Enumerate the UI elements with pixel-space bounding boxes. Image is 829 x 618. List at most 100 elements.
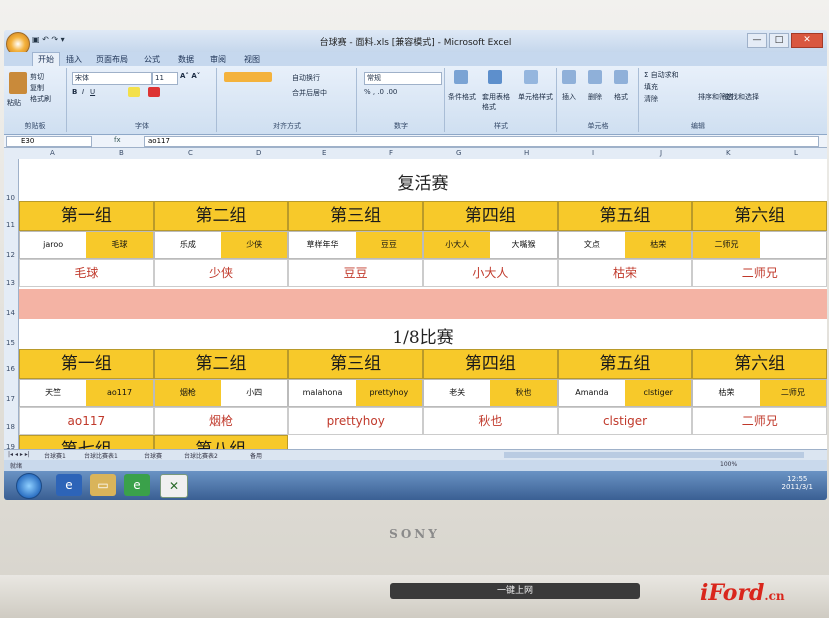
fill-button[interactable]: 填充 [644, 82, 658, 92]
row-number[interactable]: 18 [6, 423, 15, 431]
delete-button[interactable]: 删除 [588, 92, 602, 102]
fill-color-icon[interactable] [128, 87, 140, 97]
start-button[interactable] [16, 473, 42, 499]
paste-icon[interactable] [9, 72, 27, 94]
winner-cell[interactable]: 毛球 [19, 259, 154, 287]
italic-icon[interactable]: I [82, 88, 84, 96]
group-cell[interactable]: 第六组 [692, 201, 827, 231]
row-number[interactable]: 11 [6, 221, 15, 229]
browser-icon[interactable]: e [124, 474, 150, 496]
row-number[interactable]: 15 [6, 339, 15, 347]
tab-insert[interactable]: 插入 [66, 54, 82, 65]
fx-icon[interactable]: fx [114, 136, 121, 144]
group-cell[interactable]: 第三组 [288, 349, 424, 379]
player-cell[interactable]: 烟枪 [154, 380, 222, 406]
separator-row[interactable] [19, 289, 827, 319]
sheet-tab[interactable]: 台球赛1 [44, 451, 66, 460]
insert-cells-icon[interactable] [562, 70, 576, 84]
player-cell[interactable]: 二师兄 [693, 232, 760, 258]
delete-cells-icon[interactable] [588, 70, 602, 84]
row-number[interactable]: 13 [6, 279, 15, 287]
player-cell[interactable]: 二师兄 [759, 380, 827, 406]
player-cell[interactable] [759, 232, 827, 258]
group-cell[interactable]: 第二组 [153, 201, 289, 231]
row-number[interactable]: 10 [6, 194, 15, 202]
winner-cell[interactable]: 二师兄 [692, 407, 827, 435]
player-cell[interactable]: malahona [289, 380, 356, 406]
one-key-internet-button[interactable]: 一键上网 [390, 583, 640, 599]
column-d[interactable]: D [256, 149, 261, 157]
font-color-icon[interactable] [148, 87, 160, 97]
row-number[interactable]: 17 [6, 395, 15, 403]
winner-cell[interactable]: 秋也 [423, 407, 558, 435]
percent-icon[interactable]: % , .0 .00 [364, 88, 397, 96]
excel-icon[interactable]: ✕ [160, 474, 188, 498]
row-number[interactable]: 14 [6, 309, 15, 317]
player-cell[interactable]: 草样年华 [289, 232, 356, 258]
group-cell[interactable]: 第五组 [557, 201, 693, 231]
worksheet[interactable]: 复活赛 第一组 第二组 第三组 第四组 第五组 第六组 jaroo 毛球 乐成 少侠… [19, 159, 827, 465]
font-name-select[interactable]: 宋体 [72, 72, 152, 85]
sheet-nav-icon[interactable]: |◂ ◂ ▸ ▸| [8, 451, 30, 458]
maximize-button[interactable]: □ [769, 33, 789, 48]
column-g[interactable]: G [456, 149, 461, 157]
row-number[interactable]: 12 [6, 251, 15, 259]
zoom-level[interactable]: 100% [720, 461, 737, 468]
horizontal-scrollbar[interactable] [504, 452, 804, 458]
player-cell[interactable]: jaroo [20, 232, 87, 258]
tab-formulas[interactable]: 公式 [144, 54, 160, 65]
winner-cell[interactable]: 小大人 [423, 259, 558, 287]
column-f[interactable]: F [389, 149, 393, 157]
section-title-round-of-16[interactable]: 1/8比赛 [19, 323, 827, 348]
winner-cell[interactable]: 二师兄 [692, 259, 827, 287]
conditional-format-button[interactable]: 条件格式 [448, 92, 476, 102]
player-cell[interactable]: 老关 [424, 380, 491, 406]
winner-cell[interactable]: 豆豆 [288, 259, 424, 287]
table-format-button[interactable]: 套用表格格式 [482, 92, 512, 112]
paste-button[interactable]: 粘贴 [7, 98, 21, 108]
winner-cell[interactable]: prettyhoy [288, 407, 424, 435]
format-button[interactable]: 格式 [614, 92, 628, 102]
group-cell[interactable]: 第一组 [19, 201, 154, 231]
tab-view[interactable]: 视图 [244, 54, 260, 65]
folder-icon[interactable]: ▭ [90, 474, 116, 496]
ie-icon[interactable]: e [56, 474, 82, 496]
player-cell[interactable]: 豆豆 [355, 232, 423, 258]
section-title-repechage[interactable]: 复活赛 [19, 169, 827, 194]
column-b[interactable]: B [119, 149, 124, 157]
player-cell[interactable]: 乐成 [154, 232, 222, 258]
player-cell[interactable]: ao117 [86, 380, 153, 406]
column-c[interactable]: C [188, 149, 193, 157]
column-j[interactable]: J [660, 149, 662, 157]
tab-review[interactable]: 审阅 [210, 54, 226, 65]
column-e[interactable]: E [322, 149, 326, 157]
player-cell[interactable]: Amanda [558, 380, 626, 406]
column-k[interactable]: K [726, 149, 731, 157]
group-cell[interactable]: 第四组 [423, 349, 558, 379]
player-cell[interactable]: 枯荣 [693, 380, 760, 406]
conditional-format-icon[interactable] [454, 70, 468, 84]
find-select-button[interactable]: 查找和选择 [724, 92, 759, 102]
column-h[interactable]: H [524, 149, 529, 157]
wrap-text-button[interactable]: 自动换行 [292, 73, 320, 83]
format-cells-icon[interactable] [614, 70, 628, 84]
player-cell[interactable]: 小四 [221, 380, 288, 406]
player-cell[interactable]: clstiger [625, 380, 692, 406]
insert-button[interactable]: 插入 [562, 92, 576, 102]
table-format-icon[interactable] [488, 70, 502, 84]
sheet-tab[interactable]: 台球赛 [144, 451, 162, 460]
formula-input[interactable]: ao117 [144, 136, 819, 147]
sheet-tab[interactable]: 备用 [250, 451, 262, 460]
bold-icon[interactable]: B [72, 88, 77, 96]
column-i[interactable]: I [592, 149, 594, 157]
clock[interactable]: 12:55 2011/3/1 [782, 475, 813, 491]
cell-style-button[interactable]: 单元格样式 [518, 92, 553, 102]
group-cell[interactable]: 第五组 [557, 349, 693, 379]
sheet-tab[interactable]: 台球比赛表2 [184, 451, 218, 460]
winner-cell[interactable]: 少侠 [153, 259, 289, 287]
player-cell[interactable]: 枯荣 [625, 232, 692, 258]
winner-cell[interactable]: ao117 [19, 407, 154, 435]
minimize-button[interactable]: — [747, 33, 767, 48]
cut-button[interactable]: 剪切 [30, 72, 44, 82]
group-cell[interactable]: 第四组 [423, 201, 558, 231]
